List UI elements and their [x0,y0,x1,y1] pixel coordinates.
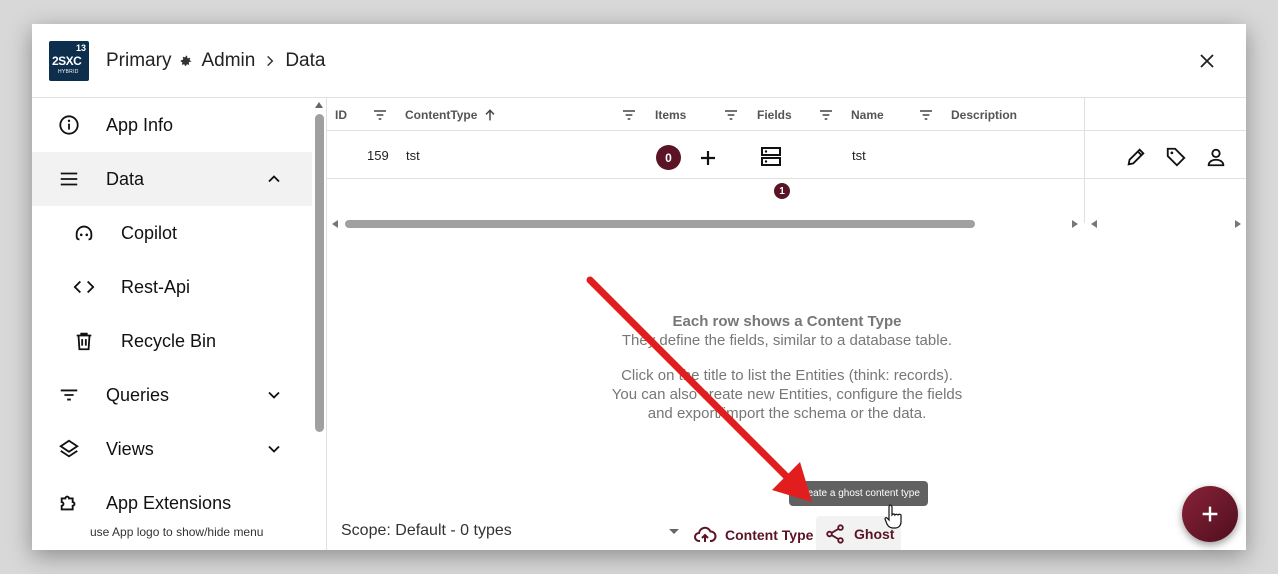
dialog-header: 13 2SXC HYBRID Primary Admin Data [32,24,1246,98]
logo-subtitle: HYBRID [58,69,79,75]
sidebar-item-copilot[interactable]: Copilot [32,206,312,260]
grid-header: ID ContentType Items Fields Name Descrip… [327,98,1246,131]
menu-lines-icon [58,168,80,190]
sidebar-item-recycle-bin[interactable]: Recycle Bin [32,314,312,368]
grid-scroll-thumb[interactable] [345,220,975,228]
sidebar-item-label: Recycle Bin [121,331,217,351]
column-description[interactable]: Description [951,108,1017,122]
plus-icon [1202,506,1218,522]
column-fields[interactable]: Fields [757,108,792,122]
sidebar-item-app-extensions[interactable]: App Extensions [32,476,312,530]
empty-state-line: and export/import the schema or the data… [647,405,927,422]
cell-id: 159 [367,148,389,163]
more-horiz-icon[interactable] [1245,146,1246,170]
breadcrumb-admin[interactable]: Admin [201,50,255,72]
empty-state-line: You can also create new Entities, config… [611,386,963,403]
scope-select[interactable]: Scope: Default - 0 types [335,502,685,550]
empty-state-line: Click on the title to list the Entities … [621,367,953,384]
person-icon[interactable] [1205,146,1229,170]
chevron-down-icon[interactable] [264,439,284,459]
breadcrumb-primary[interactable]: Primary [106,50,171,72]
sidebar-item-label: App Extensions [106,493,232,513]
layers-icon [58,438,80,460]
cell-contenttype[interactable]: tst [406,148,420,163]
app-logo[interactable]: 13 2SXC HYBRID [49,41,89,81]
chevron-down-icon[interactable] [264,385,284,405]
filter-icon[interactable] [818,107,834,123]
info-icon [58,114,80,136]
puzzle-icon [58,492,80,514]
filter-icon[interactable] [918,107,934,123]
sidebar-scroll-thumb[interactable] [315,114,324,432]
sidebar-item-data[interactable]: Data [32,152,312,206]
add-item-icon[interactable] [696,146,720,170]
main-content: ID ContentType Items Fields Name Descrip… [327,98,1246,550]
sidebar-hint: use App logo to show/hide menu [90,525,264,539]
filter-icon[interactable] [723,107,739,123]
edit-pencil-icon[interactable] [1125,146,1149,170]
hand-cursor-icon [884,504,902,529]
copilot-icon [73,222,95,244]
sidebar-item-queries[interactable]: Queries [32,368,312,422]
empty-state-line: They define the fields, similar to a dat… [621,332,953,349]
close-icon[interactable] [1194,48,1220,74]
add-content-type-label: Content Type [725,527,814,543]
sidebar-item-label: App Info [106,115,174,135]
add-fab-button[interactable] [1182,486,1238,542]
sidebar: App Info Data Copilot Rest-Api Recycle B… [32,98,327,550]
logo-version: 13 [75,43,86,53]
trash-icon [73,330,95,352]
ghost-tooltip: Create a ghost content type [789,481,928,506]
sidebar-item-app-info[interactable]: App Info [32,98,312,152]
sidebar-item-label: Views [106,439,154,459]
table-row[interactable]: 159 tst tst [327,131,1246,179]
breadcrumb-data: Data [285,50,326,71]
items-count-badge[interactable]: 0 [656,145,681,170]
column-id[interactable]: ID [335,108,347,122]
dropdown-caret-icon [669,529,679,534]
column-contenttype[interactable]: ContentType [405,108,477,122]
scroll-left-icon[interactable] [1091,220,1097,228]
scroll-left-icon[interactable] [332,220,338,228]
tag-icon[interactable] [1165,146,1189,170]
sidebar-item-views[interactable]: Views [32,422,312,476]
filter-icon[interactable] [372,107,388,123]
column-items[interactable]: Items [655,108,686,122]
sort-ascending-icon[interactable] [482,107,498,123]
sidebar-item-rest-api[interactable]: Rest-Api [32,260,312,314]
chevron-up-icon[interactable] [264,169,284,189]
add-content-type-button[interactable]: Content Type [693,518,813,550]
column-name[interactable]: Name [851,108,884,122]
grid-horizontal-scrollbar[interactable] [327,216,1084,234]
share-icon [826,524,844,544]
code-icon [73,276,95,298]
sidebar-item-label: Rest-Api [121,277,191,297]
breadcrumb: Primary Admin Data [106,48,325,74]
filter-lines-icon [58,384,80,406]
sidebar-item-label: Queries [106,385,170,405]
chevron-right-icon [263,54,277,68]
admin-dialog: 13 2SXC HYBRID Primary Admin Data App In… [32,24,1246,550]
scroll-up-icon[interactable] [315,102,323,108]
sidebar-item-label: Copilot [121,223,178,243]
cloud-upload-icon [694,526,717,542]
pinned-column-divider [1084,98,1085,223]
cell-name: tst [852,148,866,163]
empty-state-message: Each row shows a Content Type They defin… [507,312,1067,423]
scope-select-value: Scope: Default - 0 types [341,522,512,539]
empty-state-title: Each row shows a Content Type [672,313,902,330]
fields-count-badge: 1 [774,183,790,199]
fields-icon[interactable] [759,145,783,169]
scroll-right-icon[interactable] [1235,220,1241,228]
scroll-right-icon[interactable] [1072,220,1078,228]
logo-brand: 2SXC [52,54,82,68]
gear-icon [179,54,193,68]
filter-icon[interactable] [621,107,637,123]
sidebar-item-label: Data [106,169,145,189]
